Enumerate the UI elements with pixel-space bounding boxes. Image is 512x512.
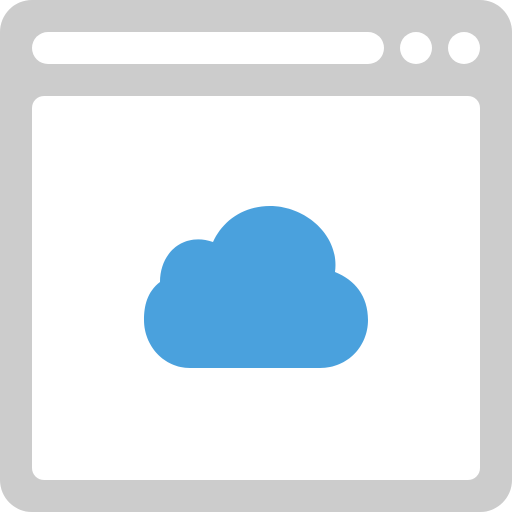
window-button-dot	[448, 32, 480, 64]
address-bar	[32, 32, 384, 64]
browser-window-icon	[0, 0, 512, 512]
window-button-dot	[400, 32, 432, 64]
browser-cloud-icon	[0, 0, 512, 512]
